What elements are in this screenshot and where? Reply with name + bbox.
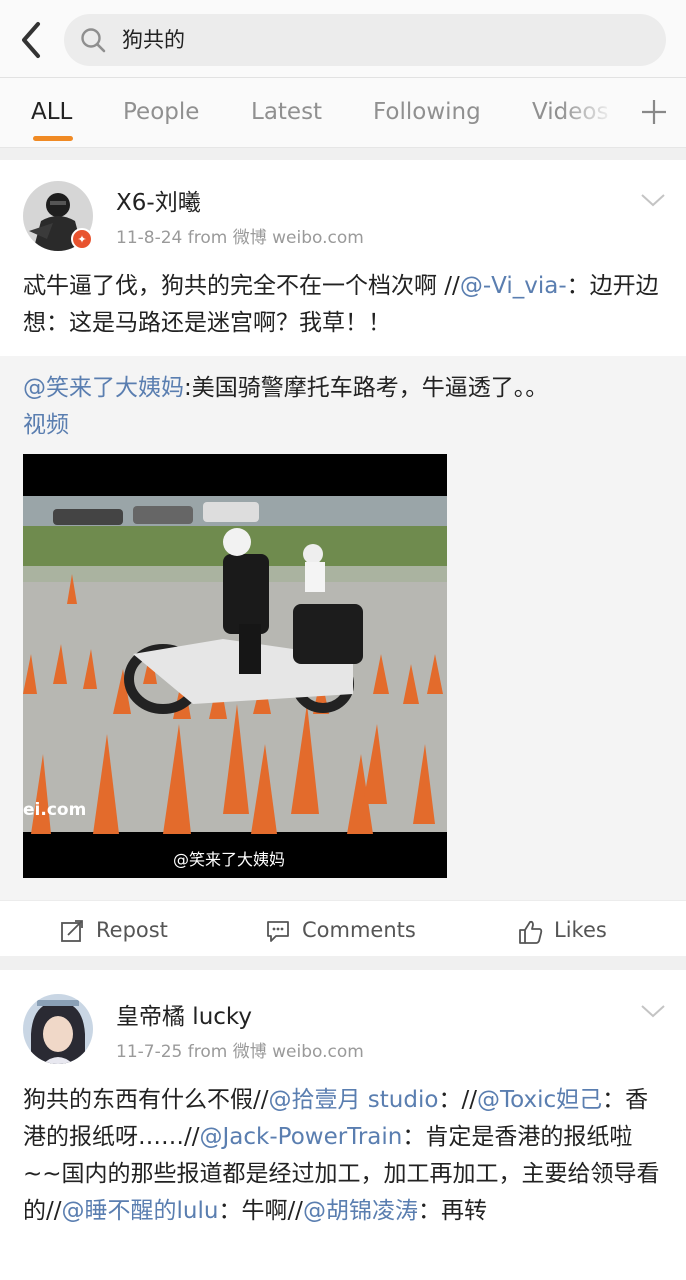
video-link[interactable]: 视频 [23,412,69,438]
plus-icon[interactable] [634,90,674,134]
comment-icon [267,921,289,942]
post-actions: Repost Comments Likes [0,900,686,958]
post-meta: 11-8-24 from 微博 weibo.com [116,228,364,248]
reposted-content[interactable]: @笑来了大姨妈:美国骑警摩托车路考，牛逼透了。。 视频 ei.com @笑来了大… [0,356,686,900]
tab-following[interactable]: Following [373,96,481,128]
repost-icon [61,920,83,942]
video-thumbnail[interactable]: ei.com @笑来了大姨妈 [23,454,447,878]
tab-people[interactable]: People [123,96,199,128]
active-tab-indicator [33,136,73,141]
search-query: 狗共的 [122,28,185,52]
post-text: 狗共的东西有什么不假//@拾壹月 studio：//@Toxic妲己：香港的报纸… [23,1087,660,1224]
mention-link[interactable]: @睡不醒的lulu [62,1198,219,1224]
back-arrow-icon[interactable] [14,18,50,62]
repost-text: @笑来了大姨妈:美国骑警摩托车路考，牛逼透了。。 视频 [23,375,549,438]
chevron-down-icon[interactable] [640,1003,666,1019]
video-corner-text: ei.com [23,800,87,820]
mention-link[interactable]: @Toxic妲己 [477,1087,602,1113]
tab-all[interactable]: ALL [31,96,72,128]
top-bar: 狗共的 [0,0,686,78]
mention-link[interactable]: @Jack-PowerTrain [200,1124,403,1150]
post-card: ✦ X6-刘曦 11-8-24 from 微博 weibo.com 忒牛逼了伐，… [0,160,686,956]
verified-badge-icon: ✦ [71,228,93,250]
mention-link[interactable]: @胡锦凌涛 [303,1198,418,1224]
post-text: 忒牛逼了伐，狗共的完全不在一个档次啊 //@-Vi_via-：边开边想：这是马路… [23,273,659,336]
post-username[interactable]: X6-刘曦 [116,188,201,218]
search-icon [80,27,106,53]
like-icon [519,920,543,944]
post-username[interactable]: 皇帝橘 lucky [116,1002,252,1032]
mention-link[interactable]: @-Vi_via- [460,273,567,299]
chevron-down-icon[interactable] [640,192,666,208]
search-input[interactable]: 狗共的 [64,14,666,66]
svg-text:✦: ✦ [77,233,86,246]
search-tabs: ALL People Latest Following Videos [0,78,686,148]
avatar[interactable] [23,994,93,1064]
post-card: 皇帝橘 lucky 11-7-25 from 微博 weibo.com 狗共的东… [0,970,686,1280]
tab-fade-overlay [560,78,630,146]
mention-link[interactable]: @笑来了大姨妈 [23,375,184,401]
mention-link[interactable]: @拾壹月 studio [269,1087,439,1113]
video-watermark: @笑来了大姨妈 [173,850,286,869]
post-meta: 11-7-25 from 微博 weibo.com [116,1042,364,1062]
tab-latest[interactable]: Latest [251,96,322,128]
